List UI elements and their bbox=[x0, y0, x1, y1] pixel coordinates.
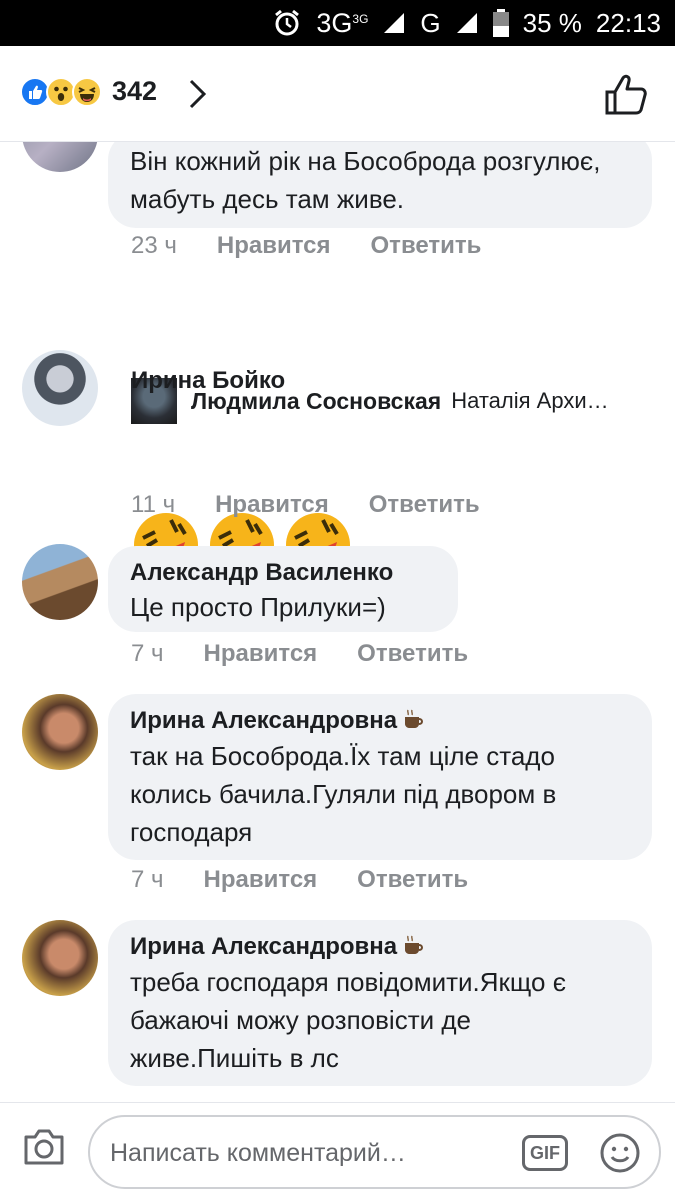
network-indicator: 3G 3G bbox=[316, 8, 368, 39]
clock: 22:13 bbox=[595, 7, 661, 38]
like-link[interactable]: Нравится bbox=[204, 866, 318, 894]
reply-snippet: Наталія Архи… bbox=[451, 388, 609, 413]
battery-percent: 35 % bbox=[522, 7, 582, 38]
signal-icon bbox=[382, 11, 406, 35]
comment-meta: 7 ч Нравится Ответить bbox=[131, 866, 508, 894]
chevron-right-icon[interactable] bbox=[186, 78, 208, 115]
signal-icon bbox=[455, 11, 479, 35]
comment-author[interactable]: Александр Василенко bbox=[130, 558, 436, 588]
smile-icon[interactable] bbox=[598, 1131, 642, 1180]
comment-author-row: Ирина Александровна bbox=[130, 706, 630, 737]
network2-label: G bbox=[420, 7, 441, 38]
network-label: 3G bbox=[316, 7, 353, 38]
comment-input-box[interactable]: GIF bbox=[88, 1115, 661, 1189]
comment-time: 11 ч bbox=[131, 491, 176, 518]
avatar[interactable] bbox=[22, 350, 98, 426]
reply-link[interactable]: Ответить bbox=[357, 640, 468, 668]
comment-bubble[interactable]: Він кожний рік на Бособрода розгулює, ма… bbox=[108, 142, 652, 228]
comment-bubble[interactable]: Ирина Александровна так на Бособрода.Їх … bbox=[108, 694, 652, 860]
avatar[interactable] bbox=[22, 920, 98, 996]
comment-author[interactable]: Ирина Бойко bbox=[131, 366, 285, 396]
status-bar: 3G 3G G 35 % 22:13 bbox=[0, 0, 675, 46]
comment-time: 7 ч bbox=[131, 866, 164, 893]
comment-text: Це просто Прилуки=) bbox=[130, 592, 386, 622]
reactions-header: 342 bbox=[0, 46, 675, 142]
comment-author[interactable]: Ирина Александровна bbox=[130, 707, 397, 734]
haha-reaction-icon bbox=[72, 76, 102, 107]
comment-bubble[interactable]: Александр Василенко Це просто Прилуки=) bbox=[108, 546, 458, 632]
gif-label: GIF bbox=[530, 1142, 560, 1163]
network-sup: 3G bbox=[352, 12, 369, 26]
reply-link[interactable]: Ответить bbox=[371, 232, 482, 260]
comment-author-row: Ирина Александровна bbox=[130, 932, 630, 963]
comment-time: 23 ч bbox=[131, 232, 177, 259]
reaction-count: 342 bbox=[112, 76, 158, 106]
alarm-icon bbox=[272, 8, 302, 38]
comment-meta: 11 ч Нравится Ответить bbox=[131, 491, 520, 519]
like-outline-icon[interactable] bbox=[604, 74, 648, 121]
comment-input[interactable] bbox=[110, 1135, 510, 1171]
comments-sheet: 342 Він кожний рік на Бособрода розгулює… bbox=[0, 46, 675, 1200]
battery-icon bbox=[492, 9, 509, 37]
comment-bubble[interactable]: Ирина Александровна треба господаря пові… bbox=[108, 920, 652, 1086]
comment-text: треба господаря повідомити.Якщо є бажаюч… bbox=[130, 966, 566, 1073]
like-link[interactable]: Нравится bbox=[217, 232, 331, 260]
gif-icon[interactable]: GIF bbox=[522, 1135, 568, 1171]
avatar[interactable] bbox=[22, 694, 98, 770]
camera-icon[interactable] bbox=[22, 1127, 66, 1172]
comment-time: 7 ч bbox=[131, 640, 164, 667]
reply-link[interactable]: Ответить bbox=[357, 866, 468, 894]
comment-text: так на Бособрода.Їх там ціле стадо колис… bbox=[130, 740, 557, 847]
like-link[interactable]: Нравится bbox=[204, 640, 318, 668]
reactions-summary[interactable]: 342 bbox=[20, 76, 157, 107]
reply-link[interactable]: Ответить bbox=[369, 491, 480, 519]
avatar[interactable] bbox=[22, 142, 98, 172]
coffee-icon bbox=[403, 933, 425, 963]
comment-meta: 7 ч Нравится Ответить bbox=[131, 640, 508, 668]
coffee-icon bbox=[403, 707, 425, 737]
avatar[interactable] bbox=[22, 544, 98, 620]
comment-text: Він кожний рік на Бособрода розгулює, ма… bbox=[130, 146, 601, 214]
like-link[interactable]: Нравится bbox=[215, 491, 329, 519]
comment-composer: GIF bbox=[0, 1102, 675, 1200]
comment-author[interactable]: Ирина Александровна bbox=[130, 933, 397, 960]
comment-feed[interactable]: Він кожний рік на Бособрода розгулює, ма… bbox=[0, 142, 675, 1102]
comment-meta: 23 ч Нравится Ответить bbox=[131, 232, 521, 260]
